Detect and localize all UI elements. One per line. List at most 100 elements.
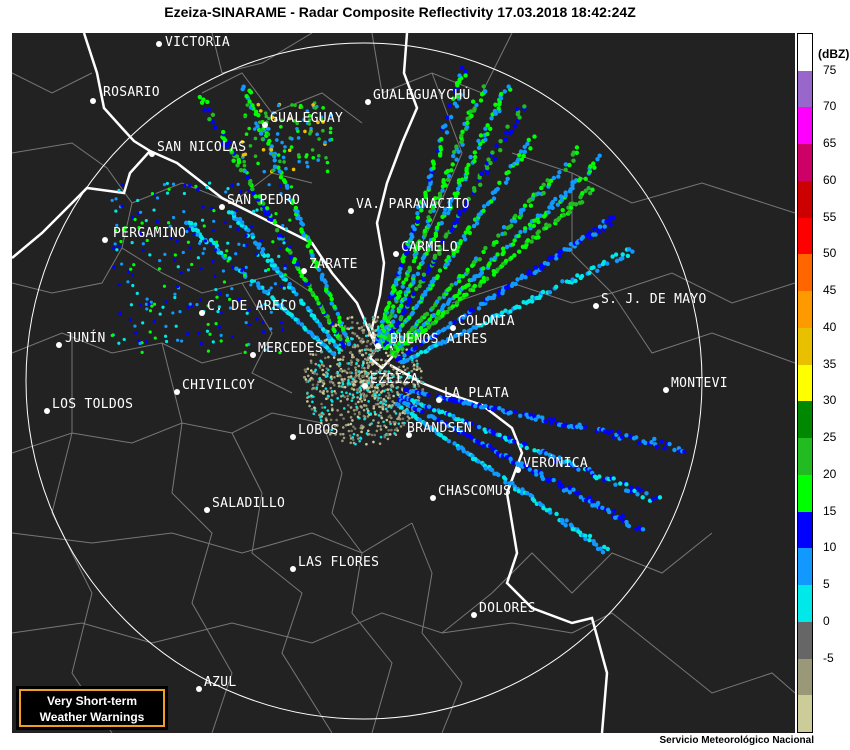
footer-credit: Servicio Meteorológico Nacional [659,735,814,746]
legend-swatch [798,621,812,659]
dbz-color-scale [797,33,813,733]
city-label-la-plata: LA PLATA [444,386,510,401]
weather-warnings-button-label: Very Short-term Weather Warnings [19,689,165,727]
legend-tick-label: 50 [823,246,837,261]
city-marker-veronica [515,467,521,473]
city-marker-pergamino [102,237,108,243]
city-marker-chivilcoy [174,389,180,395]
city-label-azul: AZUL [204,675,237,690]
city-marker-los-toldos [44,408,50,414]
legend-swatch [798,548,812,586]
city-marker-la-plata [436,397,442,403]
city-marker-saladillo [204,507,210,513]
city-marker-carmelo [393,251,399,257]
legend-unit: (dBZ) [818,47,850,61]
legend-tick-label: 70 [823,99,837,114]
city-label-los-toldos: LOS TOLDOS [52,397,134,412]
city-marker-c-de-areco [199,310,205,316]
legend-tick-label: 55 [823,209,837,224]
city-label-pergamino: PERGAMINO [113,226,187,241]
legend-tick-label: 75 [823,62,837,77]
city-label-dolores: DOLORES [479,601,536,616]
legend-swatch [798,107,812,145]
city-marker-dolores [471,612,477,618]
city-label-brandsen: BRANDSEN [407,421,473,436]
legend-swatch [798,70,812,108]
legend-swatch [798,327,812,365]
legend-tick-label: 40 [823,319,837,334]
legend-tick-label: -5 [823,650,834,665]
legend-tick-label: 45 [823,283,837,298]
legend-swatch [798,144,812,182]
weather-warnings-button[interactable]: Very Short-term Weather Warnings [16,686,168,730]
city-label-chivilcoy: CHIVILCOY [182,378,256,393]
legend-swatch [798,511,812,549]
city-label-chascomus: CHASCOMUS [438,484,512,499]
city-label-gualeguaychu: GUALEGUAYCHÚ [373,88,471,103]
legend-tick-label: 15 [823,503,837,518]
warning-line-1: Very Short-term [46,694,138,708]
city-marker-colonia [450,325,456,331]
city-label-ezeiza: EZEIZA [370,372,419,387]
legend-swatch [798,254,812,292]
city-marker-ezeiza [362,383,368,389]
map-title: Ezeiza-SINARAME - Radar Composite Reflec… [164,4,636,20]
city-label-montevideo: MONTEVI [671,376,728,391]
city-marker-montevideo [663,387,669,393]
city-marker-rosario [90,98,96,104]
city-marker-gualeguay [262,122,268,128]
legend-swatch [798,217,812,255]
legend-tick-label: 35 [823,356,837,371]
legend-tick-label: 25 [823,430,837,445]
city-label-junin: JUNÍN [65,331,106,346]
legend-tick-label: 20 [823,466,837,481]
legend-swatch [798,291,812,329]
city-label-san-pedro: SAN PEDRO [227,193,301,208]
city-marker-azul [196,686,202,692]
city-marker-chascomus [430,495,436,501]
legend-tick-label: 10 [823,540,837,555]
city-label-zarate: ZARATE [309,257,358,272]
city-marker-sj-de-mayo [593,303,599,309]
city-marker-junin [56,342,62,348]
city-marker-va-paranacito [348,208,354,214]
city-marker-lobos [290,434,296,440]
city-marker-gualeguaychu [365,99,371,105]
city-label-lobos: LOBOS [298,423,339,438]
city-label-veronica: VERÓNICA [523,456,589,471]
city-marker-buenos-aires [375,343,381,349]
city-marker-san-nicolas [149,151,155,157]
city-label-las-flores: LAS FLORES [298,555,380,570]
city-label-mercedes: MERCEDES [258,341,324,356]
legend-swatch [798,695,812,733]
city-label-rosario: ROSARIO [103,85,160,100]
city-label-va-paranacito: VA. PARANACITO [356,197,470,212]
city-label-buenos-aires: BUENOS AIRES [390,332,488,347]
city-label-c-de-areco: C. DE ARECO [207,299,297,314]
city-marker-victoria [156,41,162,47]
legend-swatch [798,585,812,623]
legend-tick-label: 60 [823,172,837,187]
legend-swatch [798,474,812,512]
warning-line-2: Weather Warnings [39,710,145,724]
radar-map: VICTORIA ROSARIO GUALEGUAY GUALEGUAYCHÚ SAN … [12,33,795,733]
city-label-saladillo: SALADILLO [212,496,286,511]
city-label-carmelo: CARMELO [401,240,458,255]
legend-tick-label: 5 [823,577,830,592]
city-label-victoria: VICTORIA [165,35,231,50]
legend-tick-label: 30 [823,393,837,408]
legend-swatch [798,401,812,439]
city-marker-zarate [301,268,307,274]
legend-swatch [798,34,812,71]
city-label-san-nicolas: SAN NICOLAS [157,140,247,155]
city-marker-las-flores [290,566,296,572]
legend-swatch [798,438,812,476]
city-marker-mercedes [250,352,256,358]
city-label-colonia: COLONIA [458,314,515,329]
city-label-gualeguay: GUALEGUAY [270,111,344,126]
legend-swatch [798,364,812,402]
city-marker-san-pedro [219,204,225,210]
legend-swatch [798,658,812,696]
city-label-sj-de-mayo: S. J. DE MAYO [601,292,707,307]
legend-tick-label: 65 [823,136,837,151]
